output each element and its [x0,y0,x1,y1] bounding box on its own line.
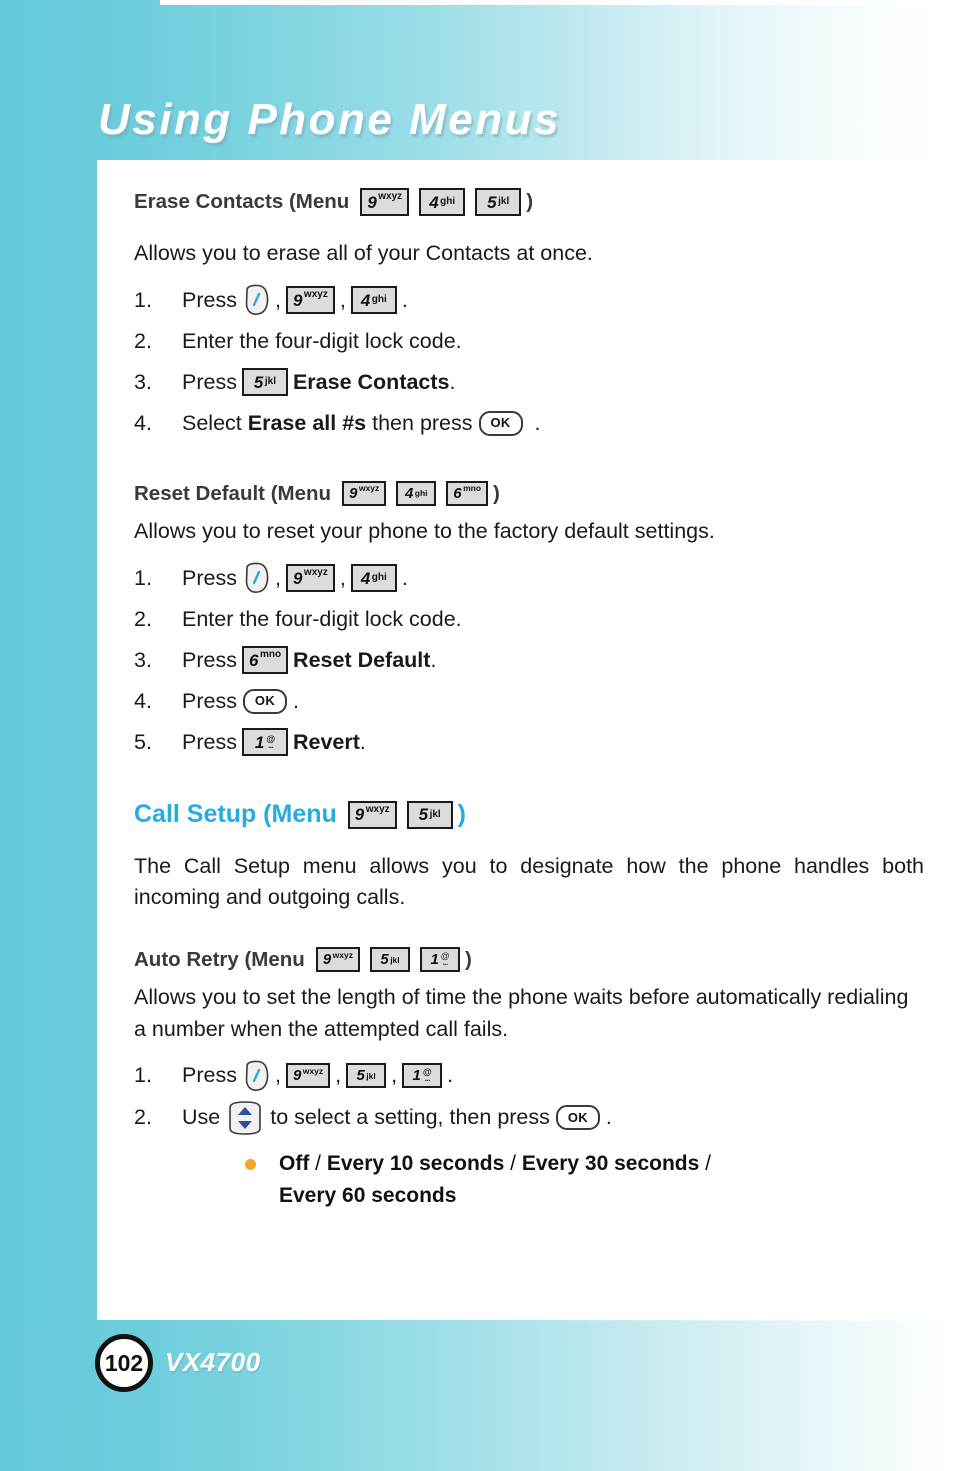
key-9: 9 wxyz [315,947,360,973]
heading-auto-retry-text: Auto Retry (Menu [134,948,305,972]
page-title: Using Phone Menus [98,95,561,144]
steps-reset-default: 1. Press , 9 wxyz , 4 ghi . 2. Enter the… [134,561,924,759]
step-item: 1. Press , 9 wxyz , [134,561,924,595]
option-every-60-seconds: Every 60 seconds [279,1184,457,1208]
manual-page: Using Phone Menus Erase Contacts (Menu 9… [0,0,954,1471]
heading-call-setup-paren: ) [457,800,466,829]
key-5: 5 jkl [370,947,410,973]
description-reset-default: Allows you to reset your phone to the fa… [134,519,715,544]
key-5: 5 jkl [241,368,288,397]
steps-erase-contacts: 1. Press , 9 wxyz , 4 ghi . 2. Enter the… [134,283,924,440]
content-inner: Erase Contacts (Menu 9 wxyz 4 ghi 5 jkl ) A… [134,188,924,1213]
ok-key-icon: OK [478,410,523,436]
heading-auto-retry: Auto Retry (Menu 9 wxyz 5 jkl 1 @ ... ) [134,947,924,973]
key-4: 4 ghi [396,481,437,507]
step-item: 2. Use to select a setting, then press O… [134,1100,924,1136]
heading-erase-contacts: Erase Contacts (Menu 9 wxyz 4 ghi 5 jkl ) [134,188,924,216]
key-6: 6 mno [446,481,489,507]
ok-key-icon: OK [555,1105,600,1131]
key-9: 9 wxyz [285,286,335,315]
option-every-30-seconds: Every 30 seconds [521,1151,700,1175]
option-off: Off [279,1151,310,1175]
model-name: VX4700 [165,1347,261,1377]
key-9: 9 wxyz [285,564,335,593]
key-6: 6 mno [241,646,289,675]
option-separator: / [510,1151,516,1175]
menu-soft-key-icon [242,1060,270,1092]
key-9: 9 wxyz [342,481,387,507]
key-9: 9 wxyz [360,188,410,216]
page-number-badge: 102 [95,1334,153,1392]
key-9: 9 wxyz [285,1063,331,1089]
ok-key-icon: OK [242,688,287,714]
content-panel: Erase Contacts (Menu 9 wxyz 4 ghi 5 jkl ) A… [97,160,954,1320]
list-item: Off / Every 10 seconds / Every 30 second… [239,1148,924,1213]
key-9: 9 wxyz [347,800,397,829]
step-item: 3. Press 6 mno Reset Default . [134,643,924,677]
step-item: 3. Press 5 jkl Erase Contacts . [134,365,924,399]
key-5: 5 jkl [475,188,522,216]
heading-auto-retry-paren: ) [465,948,472,972]
step-item: 2. Enter the four-digit lock code. [134,606,462,631]
key-1: 1 @ ... [420,947,460,973]
option-every-10-seconds: Every 10 seconds [326,1151,505,1175]
description-call-setup: The Call Setup menu allows you to design… [134,854,924,910]
menu-soft-key-icon [242,284,270,316]
heading-reset-default-paren: ) [493,481,500,505]
steps-auto-retry: 1. Press , 9 wxyz , 5 jkl , 1 @ ... . 2.… [134,1059,924,1136]
option-separator: / [315,1151,322,1175]
step-item: 1. Press , 9 wxyz , [134,283,924,317]
key-1: 1 @ ... [241,728,288,757]
heading-erase-contacts-paren: ) [526,190,534,214]
bullet-dot-icon [245,1158,256,1170]
heading-erase-contacts-text: Erase Contacts (Menu [134,190,350,214]
description-auto-retry: Allows you to set the length of time the… [134,985,909,1041]
step-item: 2. Enter the four-digit lock code. [134,328,462,353]
key-4: 4 ghi [350,286,397,315]
step-item: 5. Press 1 @ ... Revert . [134,725,924,759]
navigation-up-down-key-icon [226,1100,264,1136]
key-1: 1 @ ... [402,1063,443,1089]
heading-call-setup-text: Call Setup (Menu [134,800,337,829]
key-4: 4 ghi [419,188,466,216]
option-separator: / [705,1151,711,1175]
heading-call-setup: Call Setup (Menu 9 wxyz 5 jkl ) [134,800,924,829]
key-5: 5 jkl [346,1063,387,1089]
heading-reset-default-text: Reset Default (Menu [134,481,332,505]
step-item: 4. Select Erase all #s then press OK . [134,410,541,436]
top-white-strip [160,0,954,5]
step-item: 1. Press , 9 wxyz , [134,1059,924,1093]
auto-retry-options-list: Off / Every 10 seconds / Every 30 second… [239,1148,924,1213]
heading-reset-default: Reset Default (Menu 9 wxyz 4 ghi 6 mno ) [134,481,924,507]
key-5: 5 jkl [406,800,453,829]
step-item: 4. Press OK . [134,688,299,714]
key-4: 4 ghi [350,564,397,593]
description-erase-contacts: Allows you to erase all of your Contacts… [134,241,593,265]
menu-soft-key-icon [242,562,270,594]
